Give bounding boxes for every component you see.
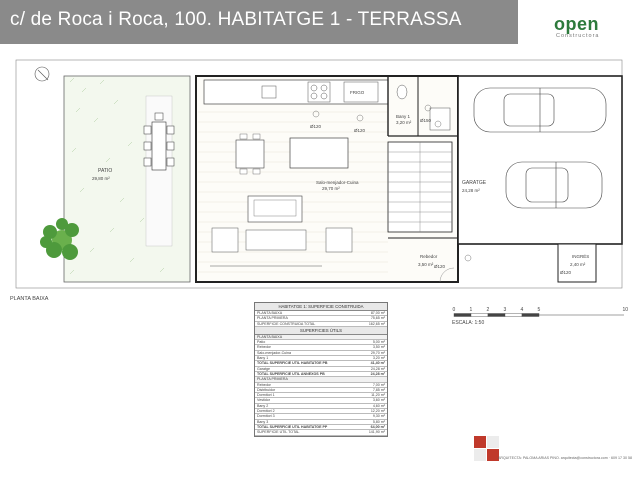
pp-area-rows: Rebedor 7,00 m² Distribuidor 7,85 m² Dormito… [255, 383, 387, 436]
row-label: Salo-menjador-Cuina [257, 350, 291, 355]
row-value: 5,80 m² [372, 419, 385, 424]
pb-area-rows: Patio 5,00 m² Rebedor 3,50 m² Salo-menjador-… [255, 340, 387, 378]
table-title: HABITATGE 1: SUPERFICIE CONSTRUIDA [255, 303, 387, 311]
row-value: 3,50 m² [372, 345, 385, 350]
row-value: 3,20 m² [372, 356, 385, 361]
row-label: Bany 1 [257, 356, 269, 361]
diam-label-2: Ø120 [354, 128, 366, 133]
kitchen-island [289, 137, 349, 169]
ingres-area-label: 2,40 m² [570, 262, 586, 267]
garage-name: GARATGE [462, 180, 487, 186]
company-logo: open Constructora [518, 0, 640, 44]
scale-segment [521, 313, 540, 317]
row-value: 24,28 m² [370, 371, 385, 376]
living-area: 29,70 m² [322, 186, 340, 191]
row-value: 64,00 m² [370, 424, 385, 429]
row-label: Bany 2 [257, 403, 269, 408]
row-label: Rebedor [257, 345, 271, 350]
diam-label-1: Ø120 [310, 124, 322, 129]
row-label: Patio [257, 340, 266, 345]
area-table: HABITATGE 1: SUPERFICIE CONSTRUIDA PLANT… [254, 302, 388, 437]
row-label: SUPERFICIE CONSTRUIDA TOTAL [257, 321, 316, 326]
row-label: Vestidor [257, 398, 270, 403]
row-value: 87,00 m² [370, 311, 385, 315]
diam-label-3: Ø150 [420, 118, 432, 123]
row-value: 3,60 m² [372, 398, 385, 403]
rug [245, 229, 307, 251]
footer-credits: ARQUITECTA: PALOMA ARIAS PINO. arquitect… [498, 456, 632, 460]
table-subtitle: SUPERFICIES ÚTILS [255, 326, 387, 335]
row-value: 29,70 m² [370, 350, 385, 355]
bath-name: Bany 1 [396, 114, 411, 119]
bath-area: 3,20 m² [396, 120, 412, 125]
row-label: Garatge [257, 366, 270, 371]
rebedor-name: Rebedor [420, 254, 438, 259]
fridge-label: FRIGO [350, 90, 365, 95]
scale-tick-label: 10 [623, 307, 629, 313]
scale-bar: 0 1 2 3 4 5 10 [453, 307, 629, 317]
scale-tick-label: 1 [470, 307, 473, 313]
row-label: PLANTA PRIMERA [257, 316, 288, 321]
row-value: 12,20 m² [370, 409, 385, 414]
row-value: 41,40 m² [370, 361, 385, 366]
floor-plan: PATIO 29,80 m² FRIGO Bany 1 3,20 m² Salo… [15, 59, 623, 289]
row-label: Rebedor [257, 382, 271, 387]
page-title: c/ de Roca i Roca, 100. HABITATGE 1 - TE… [10, 9, 462, 30]
row-label: TOTAL SUPERFICIE UTIL ANNEXOS PB [257, 371, 325, 376]
row-label: Dormitori 2 [257, 409, 275, 414]
header-bar: c/ de Roca i Roca, 100. HABITATGE 1 - TE… [0, 0, 518, 44]
rebedor-diam: Ø120 [434, 264, 446, 269]
armchair-right [325, 227, 353, 253]
scale-tick-label: 5 [538, 307, 541, 313]
logo-word: open [554, 14, 599, 34]
scale-segment [504, 313, 523, 317]
scale-segment [470, 313, 489, 317]
row-value: 7,00 m² [372, 382, 385, 387]
row-value: 141,90 m² [368, 430, 385, 435]
patio-area-label: 29,80 m² [92, 176, 110, 181]
header: c/ de Roca i Roca, 100. HABITATGE 1 - TE… [0, 0, 640, 44]
row-value: 5,00 m² [372, 340, 385, 345]
armchair-left [211, 227, 239, 253]
ingres-diam: Ø120 [560, 270, 572, 275]
logo-subtitle: Constructora [556, 33, 600, 39]
row-value: 7,85 m² [372, 387, 385, 392]
row-label: SUPERFICIE UTIL TOTAL [257, 430, 300, 435]
ingres-name: INGRÉS [572, 253, 589, 259]
scale-segment [487, 313, 506, 317]
garage-area-label: 24,28 m² [462, 188, 480, 193]
built-area-rows: PLANTA BAIXA 87,00 m² PLANTA PRIMERA 75,65 … [255, 311, 387, 327]
shower-tray [429, 107, 451, 131]
row-label: TOTAL SUPERFICIE UTIL HABITATGE PB [257, 361, 328, 366]
footer-logo-mark [474, 436, 499, 461]
scale-segment [453, 313, 472, 317]
scale-tick-label: 3 [504, 307, 507, 313]
row-label: PLANTA BAIXA [257, 311, 283, 315]
row-label: TOTAL SUPERFICIE UTIL HABITATGE PP [257, 424, 328, 429]
living-name: Salo-menjador-Cuina [316, 180, 359, 185]
row-label: Bany 3 [257, 419, 269, 424]
row-value: 9,30 m² [372, 414, 385, 419]
scale-tick-label: 2 [487, 307, 490, 313]
floor-label: PLANTA BAIXA [10, 296, 49, 302]
scale-tick-label: 4 [521, 307, 524, 313]
row-value: 4,60 m² [372, 403, 385, 408]
row-value: 162,65 m² [368, 321, 385, 326]
scale-label: ESCALA: 1:50 [452, 320, 485, 326]
patio-name: PATIO [98, 168, 112, 174]
row-value: 75,65 m² [370, 316, 385, 321]
row-value: 11,20 m² [371, 393, 385, 398]
table-row: SUPERFICIE UTIL TOTAL 141,90 m² [255, 430, 387, 436]
scale-tick-label: 0 [453, 307, 456, 313]
row-label: Distribuidor [257, 387, 276, 392]
patio-table [151, 121, 167, 171]
row-value: 24,28 m² [370, 366, 385, 371]
row-label: Dormitori 1 [257, 393, 275, 398]
rebedor-area: 3,50 m² [418, 262, 434, 267]
toilet-icon [396, 84, 408, 100]
row-label: Dormitori 3 [257, 414, 275, 419]
dining-table [235, 139, 265, 169]
